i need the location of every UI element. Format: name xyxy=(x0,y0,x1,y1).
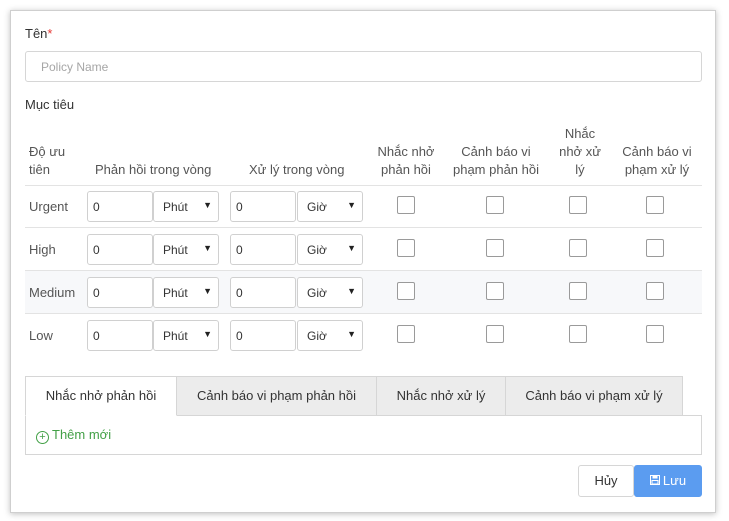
table-row: High Phút ▼ Giờ ▼ xyxy=(25,228,702,271)
target-label: Mục tiêu xyxy=(25,97,75,112)
response-unit-select[interactable]: Phút ▼ xyxy=(153,191,219,222)
resolve-unit-value: Giờ xyxy=(307,286,327,300)
response-unit-value: Phút xyxy=(163,329,188,343)
priority-label: Urgent xyxy=(29,199,69,214)
table-row: Urgent Phút ▼ Giờ ▼ xyxy=(25,185,702,228)
warn-resolve-checkbox[interactable] xyxy=(646,196,664,214)
tab-remind-response[interactable]: Nhắc nhở phản hồi xyxy=(25,376,177,416)
response-time-input[interactable] xyxy=(87,277,153,308)
header-resolve: Xử lý trong vòng xyxy=(249,162,345,177)
response-unit-value: Phút xyxy=(163,243,188,257)
priority-label: Low xyxy=(29,328,53,343)
response-unit-select[interactable]: Phút ▼ xyxy=(153,277,219,308)
header-remind-resolve-line1: Nhắc xyxy=(564,126,596,141)
tab-warn-resolve[interactable]: Cảnh báo vi phạm xử lý xyxy=(505,376,683,416)
header-warn-response-line2: phạm phản hồi xyxy=(452,162,539,177)
add-new-label: Thêm mới xyxy=(52,427,112,442)
required-mark: * xyxy=(47,26,53,41)
tab-panel: + Thêm mới xyxy=(25,415,702,455)
warn-response-checkbox[interactable] xyxy=(486,196,504,214)
response-time-input[interactable] xyxy=(87,320,153,351)
response-unit-select[interactable]: Phút ▼ xyxy=(153,320,219,351)
header-warn-resolve-line1: Cảnh báo vi xyxy=(622,144,692,159)
caret-down-icon: ▼ xyxy=(203,286,212,296)
warn-resolve-checkbox[interactable] xyxy=(646,282,664,300)
policy-dialog: Tên* Mục tiêu Độ ưu tiên Phản hồi trong … xyxy=(10,10,716,513)
tab-remind-resolve[interactable]: Nhắc nhở xử lý xyxy=(376,376,506,416)
add-new-link[interactable]: + Thêm mới xyxy=(36,427,111,444)
remind-resolve-checkbox[interactable] xyxy=(569,196,587,214)
caret-down-icon: ▼ xyxy=(203,329,212,339)
cancel-button[interactable]: Hủy xyxy=(578,465,634,497)
policy-name-input[interactable] xyxy=(25,51,702,82)
header-priority-line1: Độ ưu xyxy=(29,144,66,159)
response-unit-value: Phút xyxy=(163,286,188,300)
resolve-unit-select[interactable]: Giờ ▼ xyxy=(297,234,363,265)
response-time-input[interactable] xyxy=(87,234,153,265)
resolve-unit-select[interactable]: Giờ ▼ xyxy=(297,277,363,308)
priority-label: Medium xyxy=(29,285,76,300)
resolve-time-input[interactable] xyxy=(230,277,296,308)
warn-resolve-checkbox[interactable] xyxy=(646,325,664,343)
header-remind-resolve: Nhắc nhở xử lý xyxy=(555,125,605,179)
name-label: Tên* xyxy=(25,26,52,41)
remind-resolve-checkbox[interactable] xyxy=(569,239,587,257)
remind-response-checkbox[interactable] xyxy=(397,325,415,343)
header-remind-response-line1: Nhắc nhở xyxy=(377,144,435,159)
priority-label: High xyxy=(29,242,56,257)
response-unit-value: Phút xyxy=(163,200,188,214)
resolve-unit-value: Giờ xyxy=(307,329,327,343)
remind-resolve-checkbox[interactable] xyxy=(569,282,587,300)
tab-warn-response[interactable]: Cảnh báo vi phạm phản hồi xyxy=(176,376,377,416)
name-label-text: Tên xyxy=(25,26,48,41)
header-response: Phản hồi trong vòng xyxy=(95,162,212,177)
caret-down-icon: ▼ xyxy=(347,243,356,253)
warn-response-checkbox[interactable] xyxy=(486,239,504,257)
caret-down-icon: ▼ xyxy=(347,329,356,339)
save-label: Lưu xyxy=(662,473,687,488)
header-remind-resolve-line2: nhở xử xyxy=(559,144,601,159)
warn-resolve-checkbox[interactable] xyxy=(646,239,664,257)
resolve-unit-select[interactable]: Giờ ▼ xyxy=(297,320,363,351)
resolve-unit-value: Giờ xyxy=(307,243,327,257)
caret-down-icon: ▼ xyxy=(347,286,356,296)
table-row: Medium Phút ▼ Giờ ▼ xyxy=(25,271,702,314)
resolve-time-input[interactable] xyxy=(230,234,296,265)
floppy-disk-icon xyxy=(649,467,660,497)
caret-down-icon: ▼ xyxy=(347,200,356,210)
warn-response-checkbox[interactable] xyxy=(486,282,504,300)
notification-tabs: Nhắc nhở phản hồi Cảnh báo vi phạm phản … xyxy=(25,376,702,416)
response-unit-select[interactable]: Phút ▼ xyxy=(153,234,219,265)
save-button[interactable]: Lưu xyxy=(634,465,702,497)
header-priority-line2: tiên xyxy=(29,162,50,177)
header-priority: Độ ưu tiên xyxy=(29,143,65,179)
resolve-time-input[interactable] xyxy=(230,320,296,351)
plus-circle-icon: + xyxy=(36,431,49,444)
resolve-time-input[interactable] xyxy=(230,191,296,222)
header-remind-response-line2: phản hồi xyxy=(381,162,431,177)
header-remind-response: Nhắc nhở phản hồi xyxy=(377,143,435,179)
header-warn-resolve-line2: phạm xử lý xyxy=(624,162,690,177)
table-row: Low Phút ▼ Giờ ▼ xyxy=(25,314,702,357)
header-warn-response-line1: Cảnh báo vi xyxy=(461,144,531,159)
table-header: Độ ưu tiên Phản hồi trong vòng Xử lý tro… xyxy=(25,123,702,186)
header-warn-response: Cảnh báo vi phạm phản hồi xyxy=(449,143,543,179)
remind-response-checkbox[interactable] xyxy=(397,196,415,214)
caret-down-icon: ▼ xyxy=(203,200,212,210)
remind-response-checkbox[interactable] xyxy=(397,239,415,257)
header-remind-resolve-line3: lý xyxy=(575,162,585,177)
header-warn-resolve: Cảnh báo vi phạm xử lý xyxy=(617,143,697,179)
resolve-unit-value: Giờ xyxy=(307,200,327,214)
warn-response-checkbox[interactable] xyxy=(486,325,504,343)
response-time-input[interactable] xyxy=(87,191,153,222)
remind-resolve-checkbox[interactable] xyxy=(569,325,587,343)
caret-down-icon: ▼ xyxy=(203,243,212,253)
remind-response-checkbox[interactable] xyxy=(397,282,415,300)
resolve-unit-select[interactable]: Giờ ▼ xyxy=(297,191,363,222)
